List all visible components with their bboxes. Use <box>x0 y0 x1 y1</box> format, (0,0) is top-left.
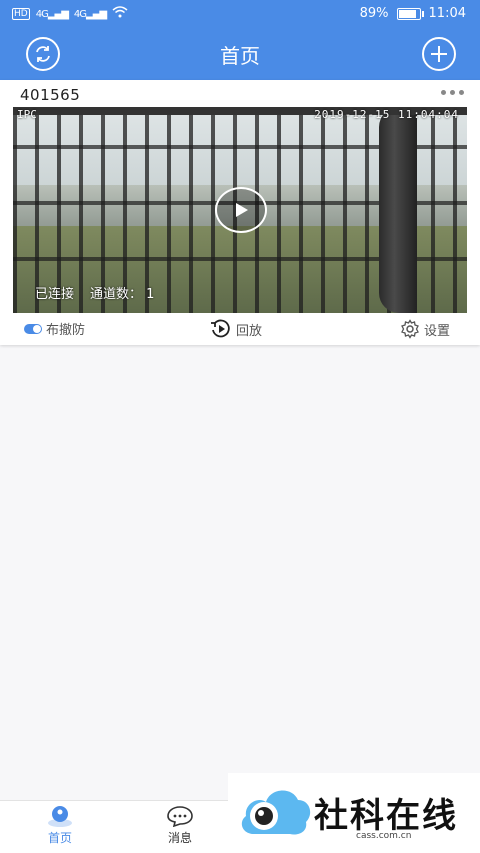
toggle-icon <box>24 323 42 334</box>
message-icon <box>166 805 194 827</box>
app-header: 首页 <box>0 28 480 80</box>
tab-label: 首页 <box>47 831 72 845</box>
playback-icon <box>211 319 230 338</box>
home-icon <box>46 805 74 827</box>
status-left: HD 4G▂▄▆ 4G▂▄▆ <box>12 6 128 22</box>
signal-icon: 4G▂▄▆ <box>35 8 69 20</box>
tab-messages[interactable]: 消息 <box>150 805 210 846</box>
status-right: 89% 11:04 <box>360 6 466 21</box>
channel-label: 通道数： <box>90 287 143 302</box>
settings-label: 设置 <box>424 323 451 339</box>
add-device-button[interactable] <box>422 37 456 71</box>
playback-button[interactable]: 回放 <box>210 319 262 339</box>
play-icon <box>236 203 248 217</box>
wifi-icon <box>112 6 128 22</box>
osd-timestamp: 2019-12-15 11:04:04 <box>314 108 459 121</box>
arm-label: 布撤防 <box>46 323 86 338</box>
status-bar: HD 4G▂▄▆ 4G▂▄▆ 89% 11:04 <box>0 0 480 28</box>
channel-info: 通道数： 1 <box>90 283 154 302</box>
card-actions: 布撤防 回放 设置 <box>0 317 480 343</box>
watermark: 社科在线 cass.com.cn <box>228 773 480 852</box>
watermark-url: cass.com.cn <box>356 831 412 841</box>
watermark-text: 社科在线 <box>314 796 458 836</box>
gear-icon <box>401 319 419 339</box>
connection-status: 已连接 <box>35 287 75 302</box>
battery-percent: 89% <box>359 6 389 21</box>
signal-icon-2: 4G▂▄▆ <box>73 8 107 20</box>
osd-label: IPC <box>17 108 37 121</box>
arm-toggle[interactable]: 布撤防 <box>24 319 85 338</box>
battery-icon <box>396 7 424 20</box>
play-button[interactable] <box>215 187 267 233</box>
cloud-logo-icon <box>241 789 311 834</box>
clock: 11:04 <box>428 6 466 21</box>
more-options-icon[interactable] <box>441 90 464 95</box>
tab-label: 消息 <box>167 831 192 845</box>
playback-label: 回放 <box>236 323 263 339</box>
channel-count: 1 <box>146 287 155 302</box>
device-card: 401565 IPC 2019-12-15 11:04:04 已连接 通道数： … <box>0 80 480 345</box>
settings-button[interactable]: 设置 <box>400 319 450 339</box>
device-id: 401565 <box>20 86 81 104</box>
plus-icon <box>431 46 447 62</box>
page-title: 首页 <box>220 44 260 68</box>
connection-info: 已连接 通道数： 1 <box>35 283 154 302</box>
hd-icon: HD <box>12 8 30 20</box>
tab-home[interactable]: 首页 <box>30 805 90 846</box>
video-preview[interactable]: IPC 2019-12-15 11:04:04 已连接 通道数： 1 <box>13 107 467 313</box>
